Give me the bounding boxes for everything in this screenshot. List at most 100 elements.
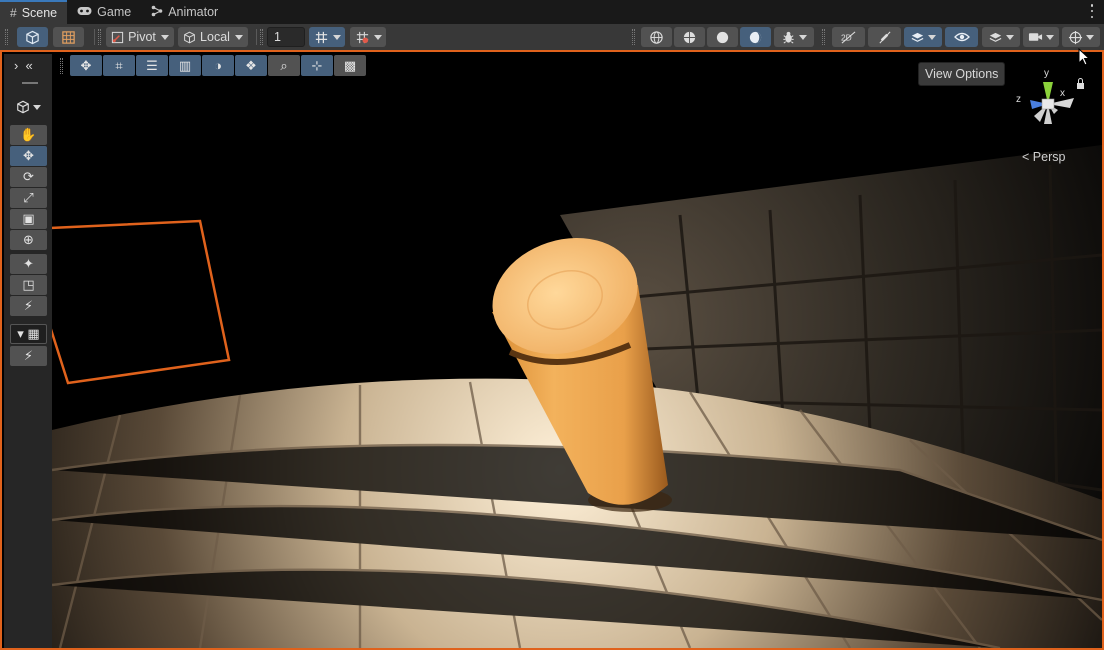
camera-dropdown[interactable]: [1023, 27, 1059, 47]
grid-tool-dropdown[interactable]: ▾ ▦: [10, 324, 47, 344]
tools-overlay-panel: › « ✋ ✥ ⟳ ⤢ ▣ ⊕ ✦ ◳ ⚡ ▾ ▦ ⚡: [4, 54, 52, 648]
chevron-down-icon: [799, 34, 807, 40]
cube-icon: [17, 100, 29, 114]
pivot-dropdown[interactable]: Pivot: [106, 27, 174, 47]
cube-icon: [26, 30, 39, 44]
tab-scene[interactable]: # Scene: [0, 0, 68, 24]
overlay-move-button[interactable]: ✥: [70, 55, 102, 76]
overlay-search-button[interactable]: ⌕: [268, 55, 300, 76]
lighting-tool-icon: ⚡: [23, 298, 34, 313]
collapse-panel-icon[interactable]: › «: [14, 58, 33, 73]
scene-visibility-button[interactable]: [945, 27, 978, 47]
object-mode-button[interactable]: [17, 27, 48, 47]
projection-toggle[interactable]: < Persp: [1022, 150, 1065, 164]
tab-scene-label: Scene: [21, 6, 58, 20]
camera-icon: ▩: [343, 57, 357, 73]
unlit-shading-button[interactable]: [707, 27, 738, 47]
snap-settings-icon: [356, 31, 368, 43]
custom-tool-button[interactable]: ✦: [10, 254, 47, 274]
transform-tool-button[interactable]: ⊕: [10, 230, 47, 250]
probuilder-shape-button[interactable]: ◳: [10, 275, 47, 295]
shaded-wireframe-button[interactable]: [674, 27, 705, 47]
scene-viewport[interactable]: › « ✋ ✥ ⟳ ⤢ ▣ ⊕ ✦ ◳ ⚡ ▾ ▦ ⚡ ✥ ⌗ ☰ ▥ ◑ ❖ …: [0, 50, 1104, 650]
wireframe-shading-button[interactable]: [641, 27, 672, 47]
tool-context-dropdown[interactable]: [16, 100, 41, 114]
hand-tool-button[interactable]: ✋: [10, 125, 47, 145]
move-icon: ✥: [23, 148, 34, 163]
overlay-grid-button[interactable]: ▥: [169, 55, 201, 76]
toolbar-grip[interactable]: [5, 29, 8, 45]
debug-draw-mode-dropdown[interactable]: [774, 27, 814, 47]
hatch-grid-icon: ▥: [178, 57, 192, 73]
scene-lighting-button[interactable]: [868, 27, 901, 47]
effects-dropdown[interactable]: [904, 27, 942, 47]
custom-tool-icon: ✦: [23, 256, 34, 271]
overlay-sliders-button[interactable]: ☰: [136, 55, 168, 76]
overlay-snap-button[interactable]: ⌗: [103, 55, 135, 76]
overlay-camera-button[interactable]: ▩: [334, 55, 366, 76]
scene-orientation-gizmo[interactable]: y x z: [1010, 64, 1094, 150]
scene-render[interactable]: [2, 52, 1102, 648]
gizmos-dropdown[interactable]: [1062, 27, 1100, 47]
pivot-icon: [111, 31, 124, 43]
camera-icon: [1028, 33, 1043, 41]
tab-game-label: Game: [97, 5, 132, 19]
snap-icon: ⌗: [115, 57, 123, 73]
gizmo-z-label: z: [1016, 94, 1021, 105]
lighting-debug-button[interactable]: ⚡: [10, 346, 47, 366]
rotate-icon: ⟳: [23, 169, 34, 184]
chevron-down-icon: [1086, 34, 1094, 40]
overlay-shading-button[interactable]: ◑: [202, 55, 234, 76]
shape-icon: ◳: [22, 277, 35, 292]
gizmo-icon: [1068, 30, 1083, 44]
chevron-down-icon: [234, 34, 243, 40]
eye-icon: [953, 32, 970, 42]
scale-tool-button[interactable]: ⤢: [10, 188, 47, 208]
grid-icon: #: [10, 6, 17, 20]
rotate-tool-button[interactable]: ⟳: [10, 167, 47, 187]
wireframe-sphere-icon: [650, 30, 663, 44]
overlay-pivot-button[interactable]: ⊹: [301, 55, 333, 76]
overlay-layers-button[interactable]: ❖: [235, 55, 267, 76]
move-icon: ✥: [80, 57, 92, 73]
persp-icon: <: [1022, 150, 1030, 164]
move-tool-button[interactable]: ✥: [10, 146, 47, 166]
scale-icon: ⤢: [23, 190, 34, 205]
snap-settings-dropdown[interactable]: [350, 27, 386, 47]
snap-increment-input[interactable]: 1: [267, 27, 305, 47]
animator-icon: [151, 5, 163, 20]
search-icon: ⌕: [280, 57, 288, 73]
local-label: Local: [200, 30, 230, 44]
rect-transform-icon: ▣: [22, 211, 35, 226]
more-options-icon[interactable]: [1089, 4, 1095, 18]
rect-tool-button[interactable]: ▣: [10, 209, 47, 229]
shaded-wire-sphere-icon: [683, 31, 696, 43]
tab-animator-label: Animator: [168, 5, 219, 19]
lock-icon[interactable]: [1077, 83, 1084, 89]
grid-snapping-dropdown[interactable]: [309, 27, 345, 47]
bug-icon: [783, 31, 794, 44]
chevron-down-icon: [332, 34, 341, 40]
chevron-down-icon: [928, 34, 936, 40]
mouse-cursor-icon: [1078, 48, 1091, 66]
chevron-down-icon: [160, 34, 169, 40]
sliders-icon: ☰: [146, 57, 158, 73]
tab-animator[interactable]: Animator: [141, 0, 228, 24]
gizmo-x-label: x: [1060, 88, 1065, 99]
local-dropdown[interactable]: Local: [178, 27, 248, 47]
lit-shading-button[interactable]: [740, 27, 771, 47]
chevron-down-icon: [1006, 34, 1014, 40]
overlay-toolbar: ✥ ⌗ ☰ ▥ ◑ ❖ ⌕ ⊹ ▩: [70, 55, 366, 76]
2d-mode-button[interactable]: 2D: [832, 27, 865, 47]
scene-toolbar: Pivot Local 1 2D: [0, 24, 1104, 50]
lighting-tool-button[interactable]: ⚡: [10, 296, 47, 316]
tooltip-text: View Options: [925, 67, 999, 81]
panel-grip-icon[interactable]: [22, 82, 38, 84]
grid-material-button[interactable]: [53, 27, 84, 47]
projection-label: Persp: [1032, 150, 1066, 164]
lit-sphere-icon: [749, 31, 762, 43]
tab-game[interactable]: Game: [67, 0, 141, 24]
layers-icon: [989, 32, 1002, 42]
layers-dropdown[interactable]: [982, 27, 1020, 47]
effects-layers-icon: [911, 32, 924, 42]
